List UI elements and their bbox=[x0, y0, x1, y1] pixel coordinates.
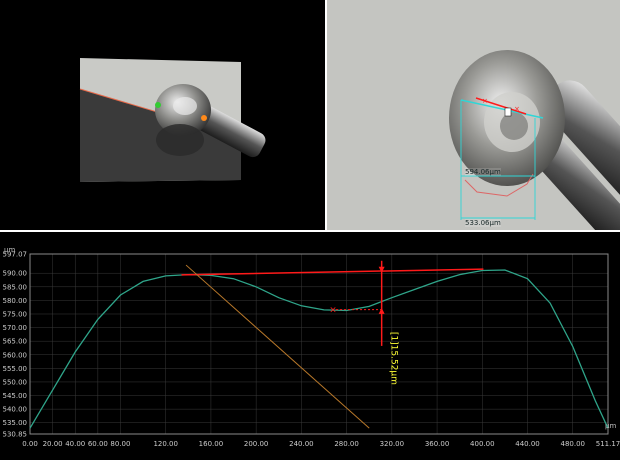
x-tick-label: 0.00 bbox=[22, 440, 38, 448]
y-tick-label: 540.00 bbox=[3, 406, 28, 414]
chart-series bbox=[29, 269, 609, 429]
x-tick-label: 60.00 bbox=[88, 440, 108, 448]
measure-arrow-top bbox=[378, 266, 385, 273]
green-point-marker bbox=[155, 102, 161, 108]
y-tick-label: 560.00 bbox=[3, 351, 28, 359]
x-tick-label: 400.00 bbox=[470, 440, 495, 448]
x-unit-label: µm bbox=[605, 422, 616, 430]
x-tick-label: 200.00 bbox=[244, 440, 269, 448]
x-tick-label: 40.00 bbox=[65, 440, 85, 448]
3d-view-image bbox=[79, 58, 266, 182]
min-point-marker: × bbox=[329, 306, 337, 316]
measure-value-label: [1]15.52µm bbox=[389, 332, 399, 385]
guide-line bbox=[185, 264, 370, 429]
y-tick-label: 545.00 bbox=[3, 392, 28, 400]
x-tick-label: 240.00 bbox=[289, 440, 314, 448]
y-tick-label: 590.00 bbox=[3, 270, 28, 278]
x-tick-label: 120.00 bbox=[153, 440, 178, 448]
y-tick-label: 575.00 bbox=[3, 310, 28, 318]
x-tick-label: 80.00 bbox=[110, 440, 130, 448]
x-tick-label: 480.00 bbox=[561, 440, 586, 448]
y-tick-label: 580.00 bbox=[3, 297, 28, 305]
reference-line bbox=[181, 268, 484, 276]
chart-grid bbox=[29, 253, 609, 435]
x-tick-label: 20.00 bbox=[43, 440, 63, 448]
y-tick-label: 555.00 bbox=[3, 365, 28, 373]
zoom-view-image: × × bbox=[327, 0, 620, 230]
y-unit-label: µm bbox=[4, 246, 15, 254]
y-tick-label: 565.00 bbox=[3, 338, 28, 346]
x-tick-label: 360.00 bbox=[425, 440, 450, 448]
zoom-view-pane[interactable]: × × 594.06µm 533.06µm bbox=[327, 0, 620, 230]
x-tick-label: 280.00 bbox=[334, 440, 359, 448]
y-tick-label: 585.00 bbox=[3, 283, 28, 291]
x-tick-label: 511.17 bbox=[596, 440, 620, 448]
measurement-label-1: 594.06µm bbox=[465, 168, 501, 176]
y-tick-label: 550.00 bbox=[3, 378, 28, 386]
x-tick-label: 160.00 bbox=[199, 440, 224, 448]
plot-frame bbox=[29, 253, 609, 435]
svg-text:×: × bbox=[482, 97, 488, 105]
x-tick-label: 320.00 bbox=[380, 440, 405, 448]
x-tick-label: 440.00 bbox=[515, 440, 540, 448]
profile-chart-panel[interactable]: 597.07 590.00 585.00 580.00 575.00 570.00 565.… bbox=[0, 232, 620, 460]
y-tick-label: 530.85 bbox=[3, 431, 28, 439]
profile-chart[interactable]: 597.07590.00585.00580.00575.00570.00565.… bbox=[0, 232, 620, 460]
svg-text:×: × bbox=[514, 105, 520, 113]
3d-view-pane[interactable] bbox=[0, 0, 325, 230]
orange-point-marker bbox=[201, 115, 207, 121]
y-tick-label: 535.00 bbox=[3, 419, 28, 427]
measurement-label-2: 533.06µm bbox=[465, 219, 501, 227]
measure-arrow-bottom bbox=[378, 307, 385, 314]
y-tick-label: 570.00 bbox=[3, 324, 28, 332]
chart-annotations: [1]15.52µm × bbox=[181, 260, 484, 429]
profile-series-line bbox=[29, 269, 609, 429]
